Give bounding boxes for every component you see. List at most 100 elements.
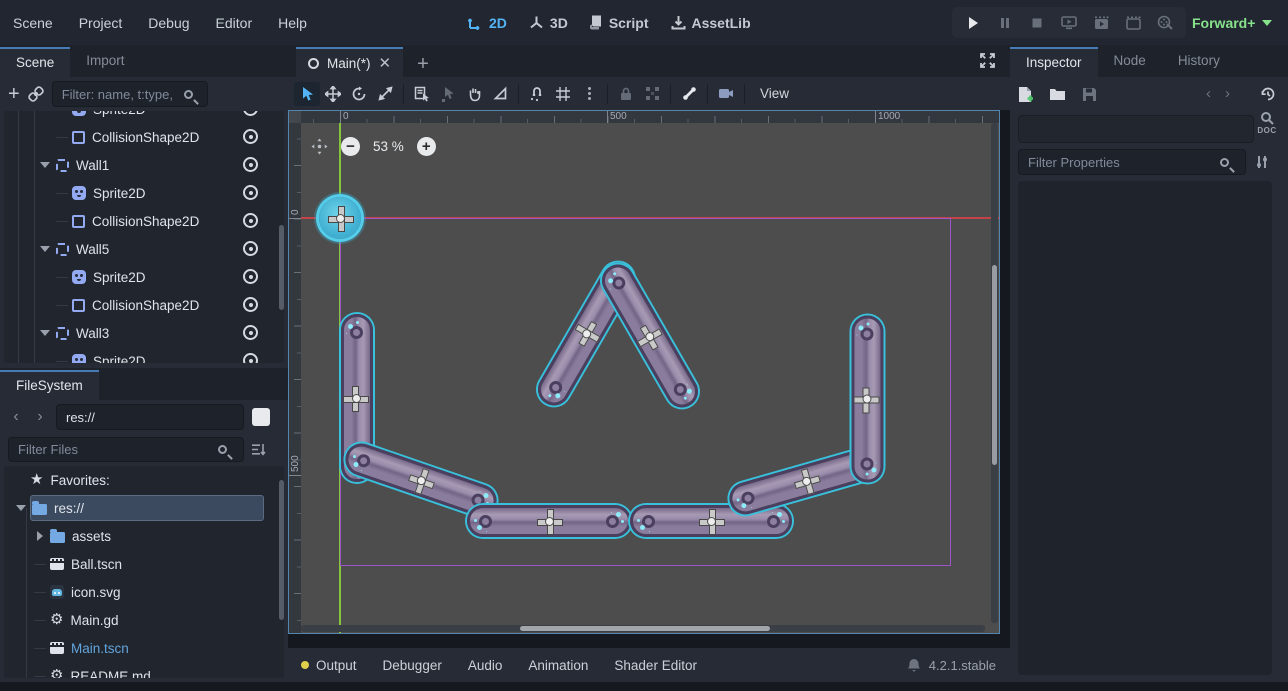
back-icon[interactable]: ‹ (1206, 85, 1211, 102)
chevron-down-icon[interactable] (40, 162, 50, 168)
visibility-toggle-icon[interactable] (243, 213, 258, 228)
play-custom-scene-button[interactable] (1122, 12, 1144, 34)
tree-row-collisionshape2d[interactable]: CollisionShape2D (4, 123, 284, 151)
tree-row-collisionshape2d[interactable]: CollisionShape2D (4, 207, 284, 235)
tree-row-sprite2d[interactable]: Sprite2D (4, 179, 284, 207)
ball-node[interactable] (319, 197, 361, 239)
tab-history[interactable]: History (1162, 47, 1236, 77)
bell-icon[interactable] (907, 658, 921, 673)
visibility-toggle-icon[interactable] (243, 185, 258, 200)
play-remote-button[interactable] (1058, 12, 1080, 34)
file-row-res[interactable]: res:// (4, 494, 284, 522)
file-row-readmemd[interactable]: ⚙README.md (4, 662, 284, 678)
save-resource-icon[interactable] (1082, 87, 1097, 102)
list-select-tool-button[interactable] (409, 82, 435, 106)
property-tools-icon[interactable] (1255, 155, 1269, 170)
visibility-toggle-icon[interactable] (243, 325, 258, 340)
tree-row-wall1[interactable]: Wall1 (4, 151, 284, 179)
grid-snap-icon[interactable] (550, 82, 576, 106)
move-gizmo-icon[interactable] (537, 509, 561, 533)
visibility-toggle-icon[interactable] (243, 297, 258, 312)
file-filter-input[interactable] (8, 437, 244, 462)
wall-capsule-5[interactable] (467, 505, 631, 537)
zoom-in-button[interactable]: + (417, 137, 436, 156)
path-field[interactable] (56, 404, 244, 430)
canvas-vscroll-track[interactable] (991, 123, 998, 623)
add-node-button[interactable]: + (8, 84, 20, 104)
menu-editor[interactable]: Editor (203, 15, 266, 31)
move-tool-button[interactable] (320, 82, 346, 106)
pan-tool-button[interactable] (461, 82, 487, 106)
new-resource-icon[interactable] (1018, 86, 1033, 103)
bottom-tab-output[interactable]: Output (288, 658, 370, 673)
history-forward-button[interactable]: › (32, 408, 48, 426)
rotate-tool-button[interactable] (346, 82, 372, 106)
toggle-split-mode-button[interactable] (252, 408, 270, 426)
tree-row-sprite2d[interactable]: Sprite2D (4, 263, 284, 291)
canvas-stage[interactable] (289, 111, 999, 633)
ruler-tool-button[interactable] (487, 82, 513, 106)
scene-tree-scrollbar[interactable] (279, 225, 284, 310)
canvas-vscroll-thumb[interactable] (992, 265, 997, 465)
workspace-script[interactable]: Script (590, 15, 649, 31)
tree-row-sprite2d[interactable]: Sprite2D (4, 111, 284, 123)
chevron-right-icon[interactable] (37, 531, 43, 541)
history-back-button[interactable]: ‹ (8, 408, 24, 426)
move-gizmo-icon[interactable] (406, 465, 437, 496)
file-row-maingd[interactable]: ⚙Main.gd (4, 606, 284, 634)
visibility-toggle-icon[interactable] (243, 111, 258, 116)
menu-help[interactable]: Help (265, 15, 320, 31)
move-gizmo-icon[interactable] (791, 466, 821, 496)
bottom-tab-animation[interactable]: Animation (515, 658, 601, 673)
canvas-hscroll-thumb[interactable] (520, 626, 770, 631)
move-gizmo-icon[interactable] (855, 387, 879, 411)
visibility-toggle-icon[interactable] (243, 353, 258, 363)
file-row-assets[interactable]: assets (4, 522, 284, 550)
move-gizmo-icon[interactable] (345, 386, 369, 410)
workspace-assetlib[interactable]: AssetLib (671, 15, 751, 31)
bottom-tab-debugger[interactable]: Debugger (370, 658, 455, 673)
visibility-toggle-icon[interactable] (243, 129, 258, 144)
tree-row-sprite2d[interactable]: Sprite2D (4, 347, 284, 363)
center-view-icon[interactable] (311, 138, 328, 155)
file-row-favorites[interactable]: ★Favorites: (4, 466, 284, 494)
filesystem-scrollbar[interactable] (279, 480, 284, 620)
lock-icon[interactable] (613, 82, 639, 106)
expand-viewport-icon[interactable] (979, 52, 996, 69)
chevron-down-icon[interactable] (16, 505, 26, 511)
tab-import[interactable]: Import (70, 47, 140, 77)
tree-row-wall3[interactable]: Wall3 (4, 319, 284, 347)
tab-scene[interactable]: Scene (0, 47, 70, 77)
select-tool-button[interactable] (294, 82, 320, 106)
chevron-down-icon[interactable] (40, 330, 50, 336)
chevron-down-icon[interactable] (40, 246, 50, 252)
canvas-hscroll-track[interactable] (301, 625, 985, 632)
camera-override-icon[interactable] (713, 82, 739, 106)
pause-button[interactable] (994, 12, 1016, 34)
search-help-button[interactable]: DOC (1254, 111, 1280, 135)
workspace-2d[interactable]: 2D (468, 15, 507, 31)
visibility-toggle-icon[interactable] (243, 241, 258, 256)
load-resource-icon[interactable] (1049, 87, 1066, 101)
visibility-toggle-icon[interactable] (243, 157, 258, 172)
stop-button[interactable] (1026, 12, 1048, 34)
2d-viewport[interactable]: 05001000 0500 − 53 % + (288, 110, 1000, 634)
move-gizmo-icon[interactable] (699, 509, 723, 533)
bottom-tab-shader-editor[interactable]: Shader Editor (601, 658, 710, 673)
property-filter-input[interactable] (1018, 149, 1246, 175)
group-icon[interactable] (639, 82, 665, 106)
tab-filesystem[interactable]: FileSystem (0, 370, 99, 400)
menu-project[interactable]: Project (66, 15, 136, 31)
instance-scene-button[interactable] (28, 86, 44, 102)
view-menu-button[interactable]: View (750, 86, 799, 101)
smart-snap-icon[interactable] (524, 82, 550, 106)
play-button[interactable] (962, 12, 984, 34)
play-scene-button[interactable] (1090, 12, 1112, 34)
move-gizmo-icon[interactable] (328, 206, 352, 230)
move-gizmo-icon[interactable] (634, 320, 667, 353)
edit-history-icon[interactable] (1260, 86, 1276, 102)
scale-tool-button[interactable] (372, 82, 398, 106)
file-row-iconsvg[interactable]: icon.svg (4, 578, 284, 606)
zoom-percent[interactable]: 53 % (373, 139, 404, 154)
close-icon[interactable]: ✕ (379, 54, 392, 72)
